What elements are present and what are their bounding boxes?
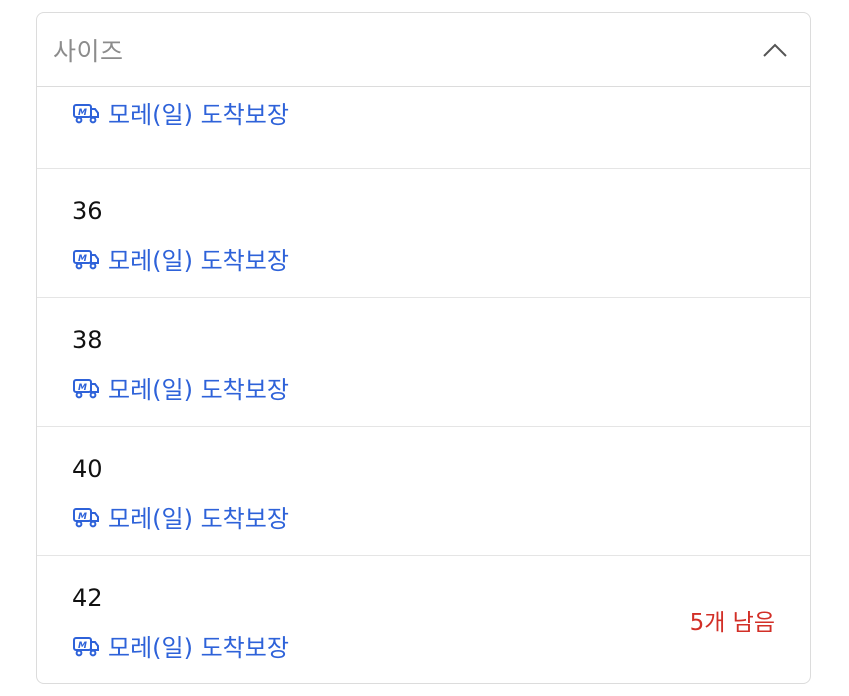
size-option[interactable]: 42 M 모레(일) 도착보장 5개 남음	[37, 556, 810, 683]
delivery-truck-icon: M	[72, 506, 100, 528]
size-option-list: M 모레(일) 도착보장 36 M 모레(일) 도착보장 38 M 모레(일) …	[37, 87, 810, 683]
delivery-guarantee: M 모레(일) 도착보장	[72, 241, 289, 276]
size-option[interactable]: M 모레(일) 도착보장	[37, 87, 810, 169]
size-dropdown: 사이즈 M 모레(일) 도착보장 36 M 모레(일) 도착보장 38 M 모레…	[36, 12, 811, 684]
size-option[interactable]: 40 M 모레(일) 도착보장	[37, 427, 810, 556]
dropdown-label: 사이즈	[53, 36, 124, 66]
delivery-text: 모레(일) 도착보장	[108, 505, 289, 533]
size-option[interactable]: 36 M 모레(일) 도착보장	[37, 169, 810, 298]
size-option[interactable]: 38 M 모레(일) 도착보장	[37, 298, 810, 427]
svg-text:M: M	[78, 512, 87, 522]
delivery-text: 모레(일) 도착보장	[108, 376, 289, 404]
delivery-text: 모레(일) 도착보장	[108, 101, 289, 129]
chevron-up-icon[interactable]	[762, 42, 788, 58]
size-value: 38	[72, 326, 103, 354]
delivery-text: 모레(일) 도착보장	[108, 634, 289, 662]
size-value: 42	[72, 584, 103, 612]
delivery-truck-icon: M	[72, 248, 100, 270]
delivery-guarantee: M 모레(일) 도착보장	[72, 499, 289, 534]
svg-text:M: M	[78, 254, 87, 264]
size-value: 40	[72, 455, 103, 483]
svg-text:M: M	[78, 383, 87, 393]
delivery-guarantee: M 모레(일) 도착보장	[72, 95, 289, 130]
svg-text:M: M	[78, 641, 87, 651]
delivery-truck-icon: M	[72, 102, 100, 124]
svg-text:M: M	[78, 108, 87, 118]
delivery-guarantee: M 모레(일) 도착보장	[72, 370, 289, 405]
stock-remaining: 5개 남음	[689, 610, 775, 636]
size-value: 36	[72, 197, 103, 225]
delivery-truck-icon: M	[72, 377, 100, 399]
delivery-guarantee: M 모레(일) 도착보장	[72, 628, 289, 663]
size-dropdown-header[interactable]: 사이즈	[37, 13, 810, 87]
delivery-text: 모레(일) 도착보장	[108, 247, 289, 275]
delivery-truck-icon: M	[72, 635, 100, 657]
